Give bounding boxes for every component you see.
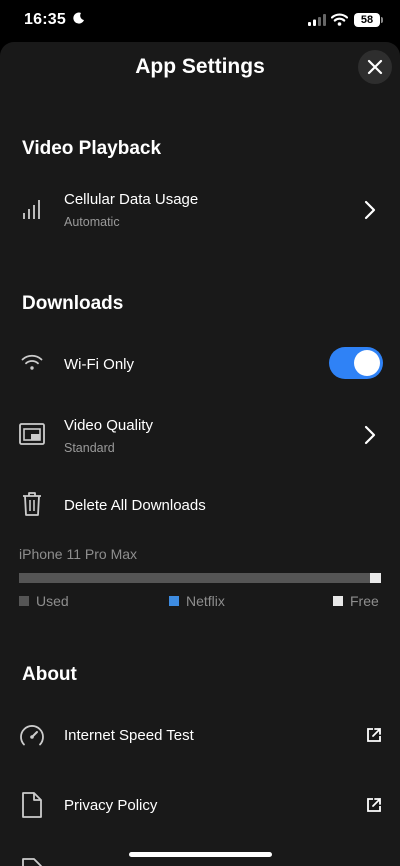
legend-used: Used [19, 593, 69, 609]
moon-icon [73, 12, 84, 24]
toggle-knob [354, 350, 380, 376]
section-title-video-playback: Video Playback [22, 138, 162, 159]
settings-sheet: App Settings Video Playback Cellular Dat… [0, 42, 400, 866]
video-quality-label: Video Quality [64, 417, 153, 434]
status-bar: 16:35 58 [0, 0, 400, 44]
storage-bar [19, 573, 381, 583]
privacy-policy-label: Privacy Policy [64, 797, 158, 814]
internet-speed-test-label: Internet Speed Test [64, 727, 194, 744]
legend-used-label: Used [36, 593, 69, 609]
document-icon [22, 792, 42, 818]
cellular-data-value: Automatic [64, 215, 120, 229]
cellular-data-usage-row[interactable]: Cellular Data Usage Automatic [0, 182, 400, 238]
wifi-icon [21, 354, 43, 370]
legend-free-label: Free [350, 593, 379, 609]
section-title-about: About [22, 664, 77, 685]
video-quality-value: Standard [64, 441, 115, 455]
wifi-status-icon [331, 13, 348, 26]
delete-all-downloads-label: Delete All Downloads [64, 497, 206, 514]
status-time: 16:35 [24, 11, 66, 28]
legend-netflix-swatch [169, 596, 179, 606]
legend-used-swatch [19, 596, 29, 606]
trash-icon [23, 492, 41, 516]
wifi-only-row: Wi-Fi Only [0, 342, 400, 386]
legend-free-swatch [333, 596, 343, 606]
privacy-policy-row[interactable]: Privacy Policy [0, 786, 400, 826]
chevron-right-icon [364, 200, 376, 220]
delete-all-downloads-row[interactable]: Delete All Downloads [0, 487, 400, 523]
cellular-signal-icon [308, 14, 326, 26]
legend-netflix: Netflix [169, 593, 225, 609]
battery-icon: 58 [354, 13, 383, 27]
external-link-icon [367, 798, 381, 812]
chevron-right-icon [364, 425, 376, 445]
video-quality-row[interactable]: Video Quality Standard [0, 408, 400, 464]
storage-free-segment [370, 573, 381, 583]
close-icon [367, 59, 383, 75]
page-title: App Settings [135, 55, 265, 78]
internet-speed-test-row[interactable]: Internet Speed Test [0, 716, 400, 756]
battery-level: 58 [360, 14, 374, 26]
external-link-icon [367, 728, 381, 742]
wifi-only-toggle[interactable] [329, 347, 383, 379]
wifi-only-label: Wi-Fi Only [64, 356, 134, 373]
home-indicator [129, 852, 272, 857]
legend-free: Free [333, 593, 379, 609]
legend-netflix-label: Netflix [186, 593, 225, 609]
close-button[interactable] [358, 50, 392, 84]
section-title-downloads: Downloads [22, 293, 124, 314]
video-quality-icon [19, 423, 45, 445]
cellular-data-icon [23, 200, 40, 219]
device-storage-label: iPhone 11 Pro Max [19, 546, 138, 562]
speedometer-icon [20, 725, 44, 746]
cellular-data-label: Cellular Data Usage [64, 191, 199, 208]
document-icon [22, 858, 42, 866]
